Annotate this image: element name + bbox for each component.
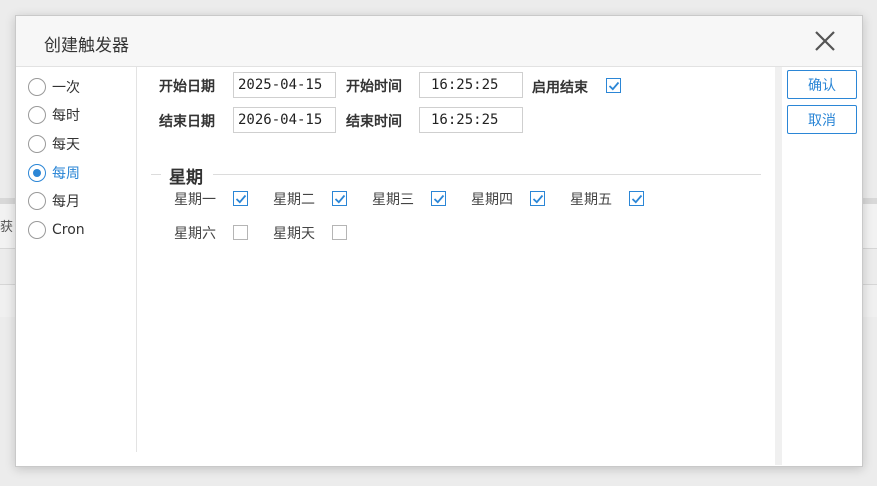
day-label-wed: 星期三 bbox=[372, 192, 414, 208]
end-date-input[interactable] bbox=[233, 107, 336, 133]
fieldset-border bbox=[213, 174, 761, 175]
fieldset-border bbox=[151, 174, 161, 175]
day-label-thu: 星期四 bbox=[471, 192, 513, 208]
checkbox-wed[interactable] bbox=[431, 191, 446, 206]
radio-label: Cron bbox=[52, 222, 85, 238]
radio-label: 每天 bbox=[52, 137, 80, 153]
radio-circle bbox=[28, 135, 46, 153]
radio-circle bbox=[28, 221, 46, 239]
enable-end-checkbox[interactable] bbox=[606, 78, 621, 93]
radio-circle bbox=[28, 106, 46, 124]
checkbox-sun[interactable] bbox=[332, 225, 347, 240]
dialog-titlebar: 创建触发器 bbox=[16, 16, 862, 67]
end-time-label: 结束时间 bbox=[346, 114, 402, 130]
radio-hourly[interactable]: 每时 bbox=[28, 104, 80, 126]
enable-end-label: 启用结束 bbox=[532, 80, 588, 96]
create-trigger-dialog: 创建触发器 一次 每时 每天 每周 每月 Cron 开始日期 2025-04-1… bbox=[15, 15, 863, 467]
schedule-settings: 开始日期 开始时间 启用结束 结束日期 结束时间 星期 星期一 星期二 星期三 … bbox=[137, 67, 775, 465]
radio-circle-selected bbox=[28, 164, 46, 182]
day-label-mon: 星期一 bbox=[174, 192, 216, 208]
end-date-label: 结束日期 bbox=[159, 114, 215, 130]
radio-monthly[interactable]: 每月 bbox=[28, 190, 80, 212]
radio-label: 每时 bbox=[52, 108, 80, 124]
start-date-label: 开始日期 bbox=[159, 79, 215, 95]
radio-label: 每周 bbox=[52, 166, 80, 182]
radio-circle bbox=[28, 78, 46, 96]
radio-label: 每月 bbox=[52, 194, 80, 210]
frequency-radio-group: 一次 每时 每天 每周 每月 Cron bbox=[16, 67, 137, 452]
checkbox-thu[interactable] bbox=[530, 191, 545, 206]
checkbox-tue[interactable] bbox=[332, 191, 347, 206]
day-label-tue: 星期二 bbox=[273, 192, 315, 208]
day-label-sun: 星期天 bbox=[273, 226, 315, 242]
cancel-button[interactable]: 取消 bbox=[787, 105, 857, 134]
action-column: 确认 取消 bbox=[782, 67, 862, 465]
background-peek-text: 获 bbox=[0, 220, 14, 235]
scrollbar-track[interactable] bbox=[775, 67, 782, 465]
dialog-title: 创建触发器 bbox=[44, 36, 129, 56]
day-label-fri: 星期五 bbox=[570, 192, 612, 208]
start-time-input[interactable] bbox=[419, 72, 523, 98]
radio-cron[interactable]: Cron bbox=[28, 219, 85, 241]
end-time-input[interactable] bbox=[419, 107, 523, 133]
radio-weekly[interactable]: 每周 bbox=[28, 162, 80, 184]
confirm-button[interactable]: 确认 bbox=[787, 70, 857, 99]
radio-once[interactable]: 一次 bbox=[28, 76, 80, 98]
start-date-input[interactable] bbox=[233, 72, 336, 98]
radio-circle bbox=[28, 192, 46, 210]
close-icon[interactable] bbox=[814, 30, 836, 52]
weekdays-legend: 星期 bbox=[169, 168, 203, 188]
radio-daily[interactable]: 每天 bbox=[28, 133, 80, 155]
day-label-sat: 星期六 bbox=[174, 226, 216, 242]
radio-label: 一次 bbox=[52, 80, 80, 96]
checkbox-sat[interactable] bbox=[233, 225, 248, 240]
checkbox-mon[interactable] bbox=[233, 191, 248, 206]
checkbox-fri[interactable] bbox=[629, 191, 644, 206]
start-time-label: 开始时间 bbox=[346, 79, 402, 95]
